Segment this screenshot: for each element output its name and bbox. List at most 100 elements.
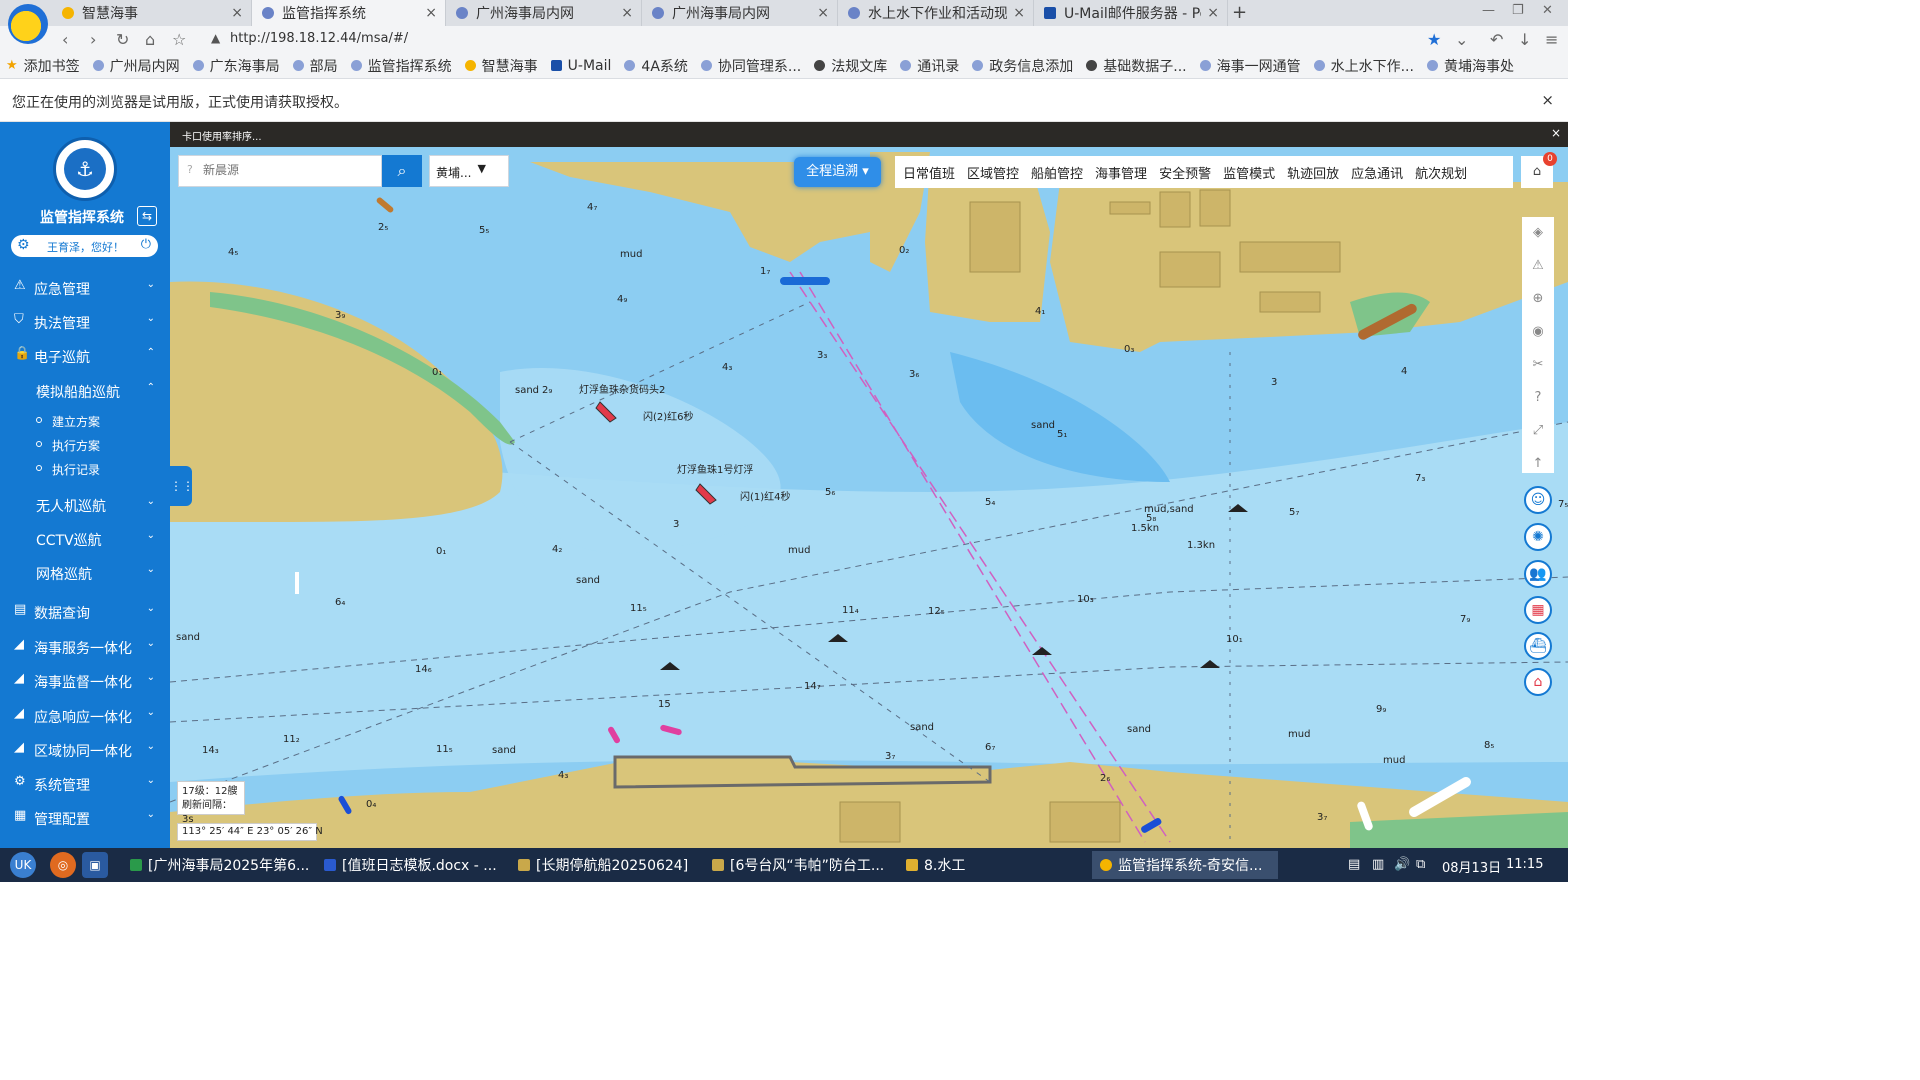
url-field[interactable]: http://198.18.12.44/msa/#/ xyxy=(230,31,408,46)
sidebar-item-data-query[interactable]: ▤ 数据查询 ⌄ xyxy=(0,600,170,624)
dropdown-icon[interactable]: ⌄ xyxy=(1455,30,1468,49)
menu-voyage-planning[interactable]: 航次规划 xyxy=(1415,163,1467,182)
task-item[interactable]: [6号台风“韦帕”防台工... xyxy=(704,851,890,879)
bookmark-item[interactable]: 基础数据子... xyxy=(1086,56,1187,76)
checkpoint-ranking-text[interactable]: 卡口使用率排序... xyxy=(182,128,262,143)
bookmark-item[interactable]: ★ 添加书签 xyxy=(6,56,80,76)
tab-umail[interactable]: U-Mail邮件服务器 - Pow × xyxy=(1034,0,1228,26)
bookmark-item[interactable]: U-Mail xyxy=(550,58,611,74)
notification-button[interactable]: ⌂ 0 xyxy=(1521,152,1557,188)
volume-icon[interactable]: 🔊 xyxy=(1394,857,1410,872)
sidebar-item-response-integration[interactable]: ◢ 应急响应一体化 ⌄ xyxy=(0,704,170,728)
insecure-warning-icon[interactable]: ▲ xyxy=(211,31,220,45)
sidebar-item-sim-ship-patrol[interactable]: 模拟船舶巡航 ⌃ xyxy=(0,379,170,403)
back-icon[interactable]: ‹ xyxy=(62,30,68,49)
bookmark-star-icon[interactable]: ☆ xyxy=(172,30,186,49)
tab-shuishang[interactable]: 水上水下作业和活动现场 × xyxy=(838,0,1034,26)
ship-badge-icon[interactable]: ⛴ xyxy=(1524,632,1552,660)
swap-icon[interactable]: ⇆ xyxy=(137,206,157,226)
taskbar-time[interactable]: 11:15 xyxy=(1506,857,1543,872)
menu-ship-control[interactable]: 船舶管控 xyxy=(1031,163,1083,182)
users-icon[interactable]: 👥 xyxy=(1524,560,1552,588)
ship-search-box[interactable]: ? xyxy=(178,155,382,187)
sidebar-item-drone-patrol[interactable]: 无人机巡航 ⌄ xyxy=(0,493,170,517)
task-item[interactable]: 8.水工 xyxy=(898,851,1084,879)
nautical-chart-map[interactable]: 4₇ 5₅ 4₅ mud 4₉ 3₉ 2₅ 0₁ sand 2₉ 灯浮鱼珠杂货码… xyxy=(170,122,1568,848)
close-window-icon[interactable]: ✕ xyxy=(1542,3,1553,18)
notice-close-icon[interactable]: × xyxy=(1541,91,1554,109)
start-menu-icon[interactable]: UK xyxy=(10,852,36,878)
sidebar-item-enforcement[interactable]: ⛉ 执法管理 ⌄ xyxy=(0,310,170,334)
forward-icon[interactable]: › xyxy=(90,30,96,49)
service-icon[interactable]: ☺ xyxy=(1524,486,1552,514)
sidebar-item-config[interactable]: ▦ 管理配置 ⌄ xyxy=(0,806,170,830)
menu-supervision-mode[interactable]: 监管模式 xyxy=(1223,163,1275,182)
bookmark-item[interactable]: 法规文库 xyxy=(814,56,887,76)
gear-icon[interactable]: ⚙ xyxy=(17,237,30,253)
help-icon[interactable]: ? xyxy=(1522,390,1554,405)
sidebar-leaf-run-record[interactable]: 执行记录 xyxy=(0,459,170,479)
firefox-icon[interactable]: ◎ xyxy=(50,852,76,878)
tab-neiwang-1[interactable]: 广州海事局内网 × xyxy=(446,0,642,26)
tab-jianguan[interactable]: 监管指挥系统 × xyxy=(252,0,446,26)
menu-safety-warning[interactable]: 安全预警 xyxy=(1159,163,1211,182)
tray-network-icon[interactable]: ▥ xyxy=(1372,857,1384,872)
task-item[interactable]: [值班日志模板.docx - ... xyxy=(316,851,502,879)
menu-daily-duty[interactable]: 日常值班 xyxy=(903,163,955,182)
bookmark-item[interactable]: 水上水下作... xyxy=(1313,56,1414,76)
browser-menu-icon[interactable]: ≡ xyxy=(1545,30,1558,49)
bookmark-item[interactable]: 黄埔海事处 xyxy=(1426,56,1514,76)
new-tab-icon[interactable]: + xyxy=(1232,2,1247,23)
sidebar-item-grid-patrol[interactable]: 网格巡航 ⌄ xyxy=(0,561,170,585)
target-icon[interactable]: ◉ xyxy=(1522,324,1554,339)
bookmark-item[interactable]: 监管指挥系统 xyxy=(350,56,452,76)
bookmark-item[interactable]: 海事一网通管 xyxy=(1199,56,1301,76)
bookmark-item[interactable]: 广东海事局 xyxy=(192,56,280,76)
layers-icon[interactable]: ◈ xyxy=(1522,225,1554,240)
task-item[interactable]: [长期停航船20250624] xyxy=(510,851,696,879)
menu-emergency-comm[interactable]: 应急通讯 xyxy=(1351,163,1403,182)
bookmark-item[interactable]: 智慧海事 xyxy=(464,56,538,76)
tab-zhihui[interactable]: 智慧海事 × xyxy=(52,0,252,26)
station-icon[interactable]: ⌂ xyxy=(1524,668,1552,696)
download-icon[interactable]: ↓ xyxy=(1518,30,1531,49)
full-trace-button[interactable]: 全程追溯 ▾ xyxy=(794,157,881,187)
maximize-icon[interactable]: ❐ xyxy=(1512,3,1524,18)
tab-close-icon[interactable]: × xyxy=(1013,5,1025,21)
home-icon[interactable]: ⌂ xyxy=(145,30,155,49)
bookmark-item[interactable]: 通讯录 xyxy=(900,56,959,76)
search-icon[interactable]: ⌕ xyxy=(382,155,422,187)
sidebar-item-supervision-integration[interactable]: ◢ 海事监督一体化 ⌄ xyxy=(0,669,170,693)
minimize-icon[interactable]: — xyxy=(1482,3,1495,18)
bookmark-item[interactable]: 政务信息添加 xyxy=(972,56,1073,76)
strip-close-icon[interactable]: × xyxy=(1551,126,1561,140)
sidebar-leaf-create-plan[interactable]: 建立方案 xyxy=(0,411,170,431)
bookmark-item[interactable]: 部局 xyxy=(292,56,338,76)
tab-close-icon[interactable]: × xyxy=(231,5,243,21)
locate-icon[interactable]: ⊕ xyxy=(1522,291,1554,306)
sidebar-item-emergency[interactable]: ⚠ 应急管理 ⌄ xyxy=(0,276,170,300)
task-item[interactable]: [广州海事局2025年第6... xyxy=(122,851,308,879)
tray-app-icon[interactable]: ▤ xyxy=(1348,857,1360,872)
tab-close-icon[interactable]: × xyxy=(425,5,437,21)
tray-display-icon[interactable]: ⧉ xyxy=(1416,857,1425,872)
sidebar-item-cctv-patrol[interactable]: CCTV巡航 ⌄ xyxy=(0,527,170,551)
tab-close-icon[interactable]: × xyxy=(621,5,633,21)
sidebar-item-service-integration[interactable]: ◢ 海事服务一体化 ⌄ xyxy=(0,635,170,659)
sidebar-item-system-management[interactable]: ⚙ 系统管理 ⌄ xyxy=(0,772,170,796)
ship-search-input[interactable] xyxy=(203,163,373,177)
tab-neiwang-2[interactable]: 广州海事局内网 × xyxy=(642,0,838,26)
browser-logo-icon[interactable] xyxy=(8,4,48,44)
fullscreen-icon[interactable]: ⤢ xyxy=(1522,423,1554,438)
menu-area-control[interactable]: 区域管控 xyxy=(967,163,1019,182)
sidebar-leaf-run-plan[interactable]: 执行方案 xyxy=(0,435,170,455)
bookmark-item[interactable]: 4A系统 xyxy=(624,56,688,76)
bookmark-item[interactable]: 协同管理系... xyxy=(700,56,801,76)
file-manager-icon[interactable]: ▣ xyxy=(82,852,108,878)
warning-icon[interactable]: ⚠ xyxy=(1522,258,1554,273)
menu-track-playback[interactable]: 轨迹回放 xyxy=(1287,163,1339,182)
bookmark-item[interactable]: 广州局内网 xyxy=(92,56,180,76)
taskbar-date[interactable]: 08月13日 xyxy=(1442,857,1501,876)
reload-icon[interactable]: ↻ xyxy=(116,30,129,49)
task-item-active[interactable]: 监管指挥系统-奇安信... xyxy=(1092,851,1278,879)
